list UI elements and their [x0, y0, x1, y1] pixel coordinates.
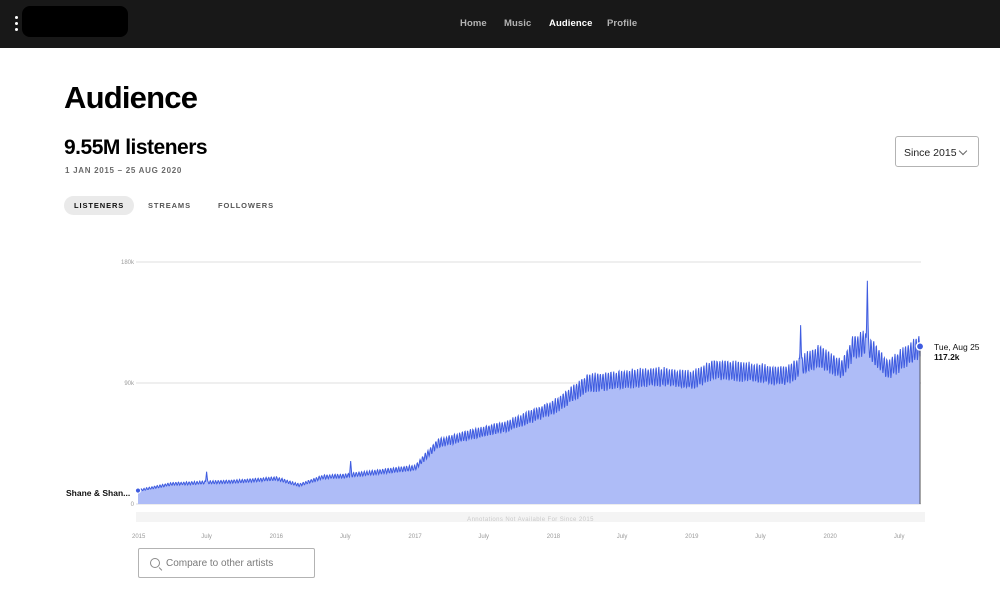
listeners-total: 9.55M listeners [64, 136, 208, 159]
search-icon [150, 558, 160, 568]
x-axis-ticks: 2015 July 2016 July 2017 July 2018 July 2019 July… [132, 534, 905, 540]
tooltip-date: Tue, Aug 25 [934, 342, 980, 352]
nav-audience[interactable]: Audience [549, 18, 593, 29]
compare-input[interactable] [166, 554, 311, 573]
y-axis-ticks: 180k 90k 0 [121, 260, 135, 508]
nav-home[interactable]: Home [460, 18, 487, 29]
x-tick-label: July [478, 534, 489, 540]
y-tick-label: 0 [131, 502, 135, 508]
series-line [137, 280, 921, 492]
chart-grid [136, 261, 921, 505]
x-tick-label: 2020 [824, 534, 838, 540]
tab-followers[interactable]: FOLLOWERS [208, 196, 284, 215]
nav-music[interactable]: Music [504, 18, 531, 29]
tooltip-point[interactable] [915, 342, 925, 351]
x-tick-label: July [201, 534, 212, 540]
area-fill [138, 280, 921, 504]
range-select[interactable]: Since 2015 [895, 136, 979, 167]
x-tick-label: 2018 [547, 534, 561, 540]
x-tick-label: 2017 [408, 534, 422, 540]
page-title: Audience [64, 80, 198, 115]
x-tick-label: 2015 [132, 534, 146, 540]
date-range: 1 JAN 2015 – 25 AUG 2020 [65, 166, 183, 175]
top-bar: Home Music Audience Profile [0, 0, 1000, 48]
x-tick-label: July [617, 534, 628, 540]
tooltip-value: 117.2k [934, 352, 960, 362]
x-tick-label: July [340, 534, 351, 540]
tab-listeners[interactable]: LISTENERS [64, 196, 135, 215]
chevron-down-icon [958, 146, 968, 156]
x-tick-label: July [894, 534, 905, 540]
tab-streams[interactable]: STREAMS [138, 196, 201, 215]
series-start-point [134, 487, 142, 494]
nav-profile[interactable]: Profile [607, 18, 637, 29]
y-tick-label: 180k [121, 260, 135, 266]
series-label: Shane & Shan... [66, 488, 131, 498]
x-tick-label: 2019 [685, 534, 699, 540]
compare-box[interactable] [138, 548, 315, 578]
main-nav: Home Music Audience Profile [0, 0, 1000, 48]
x-tick-label: 2016 [270, 534, 284, 540]
y-tick-label: 90k [124, 381, 135, 387]
range-select-value: Since 2015 [904, 147, 957, 159]
x-tick-label: July [755, 534, 766, 540]
annotation-note: Annotations Not Available For Since 2015 [467, 517, 594, 523]
